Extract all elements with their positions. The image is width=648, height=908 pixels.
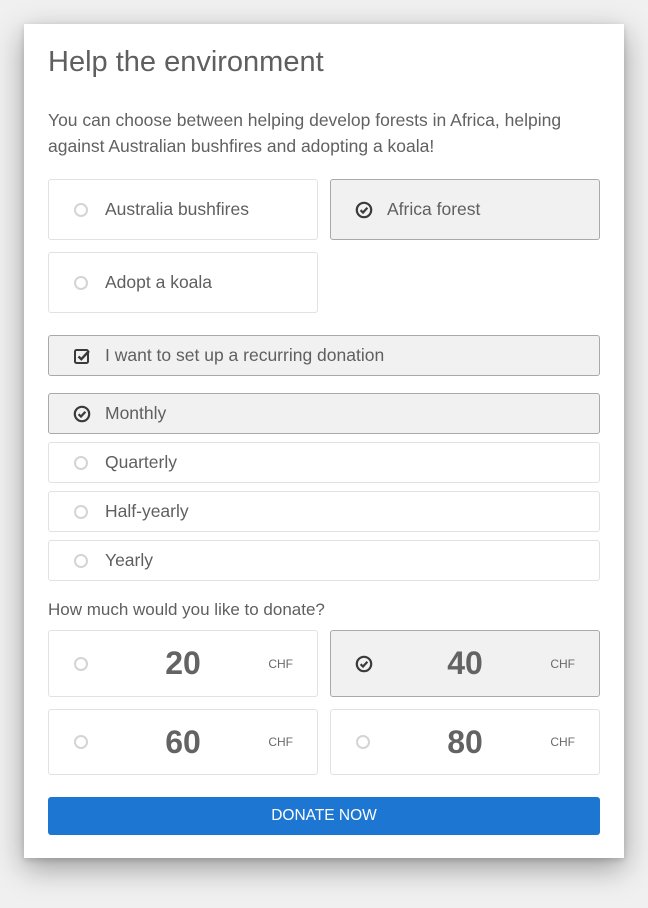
amount-option-80[interactable]: 80 CHF	[330, 709, 600, 775]
donation-card: Help the environment You can choose betw…	[24, 24, 624, 858]
check-circle-icon	[355, 201, 373, 218]
cause-option-africa-forest[interactable]: Africa forest	[330, 179, 600, 240]
checkbox-label: I want to set up a recurring donation	[105, 345, 385, 365]
cause-option-australia-bushfires[interactable]: Australia bushfires	[48, 179, 318, 240]
option-label: Adopt a koala	[105, 272, 213, 292]
amount-option-20[interactable]: 20 CHF	[48, 630, 318, 697]
currency-label: CHF	[550, 735, 575, 749]
frequency-option-quarterly[interactable]: Quarterly	[48, 442, 600, 483]
amount-option-60[interactable]: 60 CHF	[48, 709, 318, 775]
description: You can choose between helping develop f…	[48, 110, 562, 156]
radio-unchecked-icon	[74, 275, 88, 290]
frequency-option-monthly[interactable]: Monthly	[48, 393, 600, 434]
radio-unchecked-icon	[74, 202, 88, 217]
option-label: Australia bushfires	[105, 199, 249, 219]
donate-now-button[interactable]: DONATE NOW	[48, 797, 600, 835]
option-label: Monthly	[105, 403, 167, 423]
option-label: Quarterly	[105, 452, 177, 472]
currency-label: CHF	[268, 656, 293, 671]
radio-unchecked-icon	[74, 455, 88, 470]
page-title: Help the environment	[48, 46, 324, 78]
amount-option-40[interactable]: 40 CHF	[330, 630, 600, 697]
radio-unchecked-icon	[74, 504, 88, 519]
amount-question: How much would you like to donate?	[48, 600, 325, 619]
checkbox-checked-icon	[74, 348, 90, 364]
frequency-option-half-yearly[interactable]: Half-yearly	[48, 491, 600, 532]
radio-unchecked-icon	[74, 553, 88, 568]
option-label: Yearly	[105, 550, 153, 570]
currency-label: CHF	[550, 656, 575, 671]
option-label: Half-yearly	[105, 501, 189, 521]
frequency-option-yearly[interactable]: Yearly	[48, 540, 600, 581]
cause-option-adopt-koala[interactable]: Adopt a koala	[48, 252, 318, 313]
check-circle-icon	[73, 405, 91, 422]
recurring-donation-checkbox[interactable]: I want to set up a recurring donation	[48, 335, 600, 376]
currency-label: CHF	[268, 735, 293, 749]
option-label: Africa forest	[387, 199, 481, 219]
